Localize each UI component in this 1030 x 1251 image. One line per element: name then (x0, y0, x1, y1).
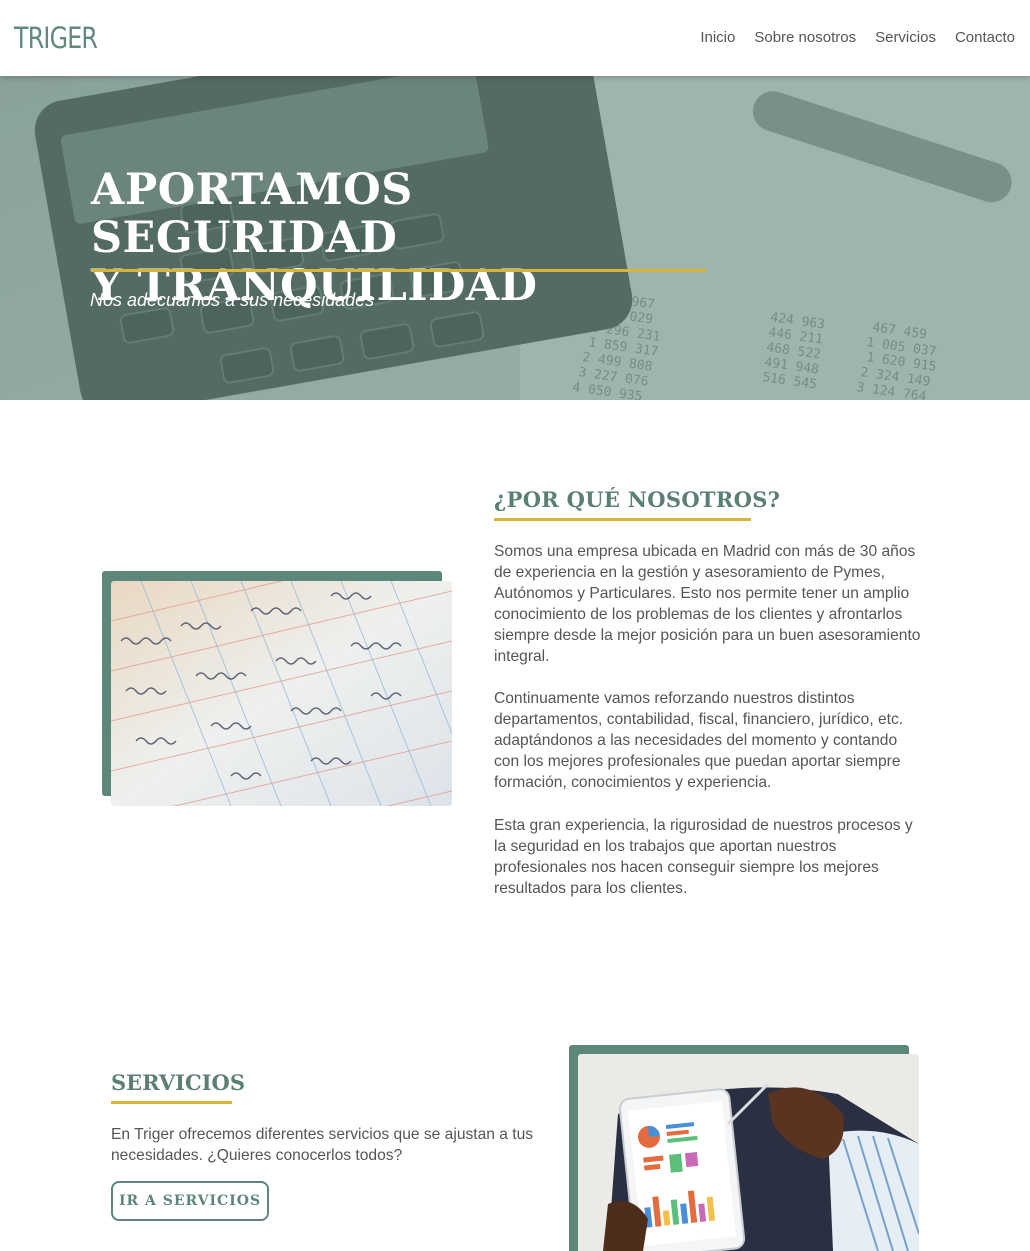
tablet-image (578, 1054, 919, 1251)
hero-subtitle: Nos adecuamos a sus necesidades (90, 290, 375, 310)
why-us-title: ¿POR QUÉ NOSOTROS? (494, 487, 781, 512)
nav-sobre-nosotros[interactable]: Sobre nosotros (754, 28, 856, 48)
hero-banner: 373 967 804 029 1 296 231 1 859 317 2 49… (0, 76, 1030, 400)
ledger-image (111, 581, 452, 806)
ledger-photo-graphic (111, 581, 452, 806)
site-header: TRIGER Inicio Sobre nosotros Servicios C… (0, 0, 1030, 76)
why-us-paragraph-1: Somos una empresa ubicada en Madrid con … (494, 543, 921, 665)
go-to-services-button[interactable]: IR A SERVICIOS (111, 1181, 269, 1221)
services-text: En Triger ofrecemos diferentes servicios… (111, 1126, 534, 1164)
nav-contacto[interactable]: Contacto (955, 28, 1015, 48)
services-title: SERVICIOS (111, 1070, 245, 1095)
nav-servicios[interactable]: Servicios (875, 28, 936, 48)
tablet-photo-graphic (578, 1054, 919, 1251)
services-gold-rule (111, 1101, 232, 1104)
main-nav: Inicio Sobre nosotros Servicios Contacto (700, 28, 1015, 48)
why-us-paragraph-3: Esta gran experiencia, la rigurosidad de… (494, 817, 913, 897)
hero-gold-rule (91, 269, 706, 272)
hero-title: APORTAMOS SEGURIDAD Y TRANQUILIDAD (91, 166, 731, 310)
logo-text: TRIGER (14, 21, 98, 55)
hero-title-line1: APORTAMOS SEGURIDAD (91, 165, 413, 263)
why-us-gold-rule (494, 518, 751, 521)
nav-inicio[interactable]: Inicio (700, 28, 735, 48)
why-us-paragraph-2: Continuamente vamos reforzando nuestros … (494, 690, 904, 791)
site-logo[interactable]: TRIGER (14, 21, 98, 55)
